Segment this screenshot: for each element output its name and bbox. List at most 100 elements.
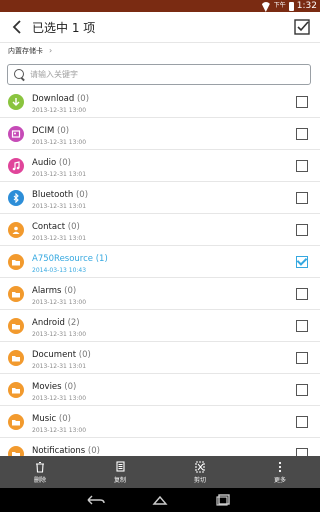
file-list-item[interactable]: Alarms (0) 2013-12-31 13:00 — [0, 278, 320, 310]
contact-folder-icon — [8, 222, 24, 238]
item-count: (0) — [58, 158, 71, 168]
item-name-text: DCIM — [32, 126, 55, 136]
file-list-item[interactable]: Bluetooth (0) 2013-12-31 13:01 — [0, 182, 320, 214]
item-count: (0) — [64, 382, 77, 392]
item-date: 2013-12-31 13:01 — [32, 171, 87, 178]
copy-button[interactable]: 复制 — [80, 456, 160, 488]
item-name-text: Notifications — [32, 446, 86, 456]
file-list-item[interactable]: DCIM (0) 2013-12-31 13:00 — [0, 118, 320, 150]
item-count: (1) — [95, 254, 108, 264]
item-name: Audio (0) — [32, 158, 71, 168]
select-all-icon[interactable] — [294, 19, 310, 35]
item-name-text: Download — [32, 94, 75, 104]
item-name: Music (0) — [32, 414, 71, 424]
item-date: 2013-12-31 13:00 — [32, 395, 87, 402]
nav-back-icon[interactable] — [86, 494, 106, 506]
item-count: (0) — [67, 222, 80, 232]
item-name-text: Document — [32, 350, 77, 360]
item-date: 2013-12-31 13:01 — [32, 203, 87, 210]
item-count: (0) — [76, 94, 90, 104]
status-time: 1:32 — [296, 1, 317, 11]
item-name-text: A750Resource — [32, 254, 94, 264]
copy-icon — [116, 460, 125, 472]
file-list-item[interactable]: Movies (0) 2013-12-31 13:00 — [0, 374, 320, 406]
item-name: A750Resource (1) — [32, 254, 108, 264]
item-checkbox[interactable] — [296, 96, 308, 108]
more-button[interactable]: 更多 — [240, 456, 320, 488]
file-list-item[interactable]: Document (0) 2013-12-31 13:01 — [0, 342, 320, 374]
trash-icon — [36, 461, 44, 473]
system-nav-bar — [0, 488, 320, 512]
bluetooth-folder-icon — [8, 190, 24, 206]
item-name: Bluetooth (0) — [32, 190, 88, 200]
item-date: 2013-12-31 13:00 — [32, 107, 87, 114]
item-checkbox[interactable] — [296, 128, 308, 140]
delete-button[interactable]: 删除 — [0, 456, 80, 488]
item-name-text: Android — [32, 318, 65, 328]
file-list: Download (0) 2013-12-31 13:00 DCIM (0) 2013… — [0, 86, 320, 456]
back-arrow-icon — [12, 20, 21, 34]
folder-icon — [8, 446, 24, 456]
download-folder-icon — [8, 94, 24, 110]
action-label: 复制 — [113, 476, 126, 484]
item-count: (2) — [67, 318, 80, 328]
file-list-item[interactable]: Audio (0) 2013-12-31 13:01 — [0, 150, 320, 182]
wifi-icon — [261, 2, 271, 10]
action-label: 删除 — [33, 476, 46, 484]
item-name: Android (2) — [32, 318, 80, 328]
search-icon — [14, 68, 26, 81]
item-count: (0) — [64, 286, 77, 296]
file-list-item[interactable]: Download (0) 2013-12-31 13:00 — [0, 86, 320, 118]
item-checkbox[interactable] — [296, 416, 308, 428]
back-button[interactable] — [6, 12, 28, 42]
folder-icon — [8, 254, 24, 270]
item-name-text: Audio — [32, 158, 57, 168]
search-input[interactable]: 请输入关键字 — [30, 69, 78, 80]
search-box[interactable]: 请输入关键字 — [7, 64, 311, 85]
item-date: 2013-12-31 13:01 — [32, 363, 87, 370]
breadcrumb: 内置存储卡 › — [0, 42, 320, 58]
item-name: Download (0) — [32, 94, 89, 104]
file-list-item[interactable]: Android (2) 2013-12-31 13:00 — [0, 310, 320, 342]
item-name-text: Contact — [32, 222, 66, 232]
file-list-item[interactable]: Notifications (0) — [0, 438, 320, 456]
item-date: 2013-12-31 13:00 — [32, 427, 87, 434]
item-checkbox[interactable] — [296, 192, 308, 204]
item-date: 2014-03-13 10:43 — [32, 267, 87, 274]
cut-button[interactable]: 剪切 — [160, 456, 240, 488]
file-list-item[interactable]: Music (0) 2013-12-31 13:00 — [0, 406, 320, 438]
action-label: 剪切 — [193, 476, 206, 484]
item-count: (0) — [75, 190, 89, 200]
status-bar: 下午 1:32 — [0, 0, 320, 12]
more-icon — [278, 461, 282, 472]
item-checkbox[interactable] — [296, 448, 308, 456]
item-checkbox[interactable] — [296, 224, 308, 236]
item-name: Movies (0) — [32, 382, 76, 392]
item-checkbox[interactable] — [296, 352, 308, 364]
music-folder-icon — [8, 158, 24, 174]
file-list-item[interactable]: A750Resource (1) 2014-03-13 10:43 — [0, 246, 320, 278]
item-checkbox[interactable] — [296, 384, 308, 396]
item-count: (0) — [58, 414, 71, 424]
file-list-item[interactable]: Contact (0) 2013-12-31 13:01 — [0, 214, 320, 246]
item-checkbox[interactable] — [296, 160, 308, 172]
battery-icon — [288, 1, 294, 11]
item-count: (0) — [57, 126, 70, 136]
cut-icon — [195, 460, 205, 473]
item-checkbox[interactable] — [296, 256, 308, 268]
action-label: 更多 — [273, 476, 286, 484]
action-bar: 已选中 1 项 — [0, 12, 320, 42]
nav-home-icon[interactable] — [150, 494, 170, 506]
item-date: 2013-12-31 13:01 — [32, 235, 87, 242]
item-checkbox[interactable] — [296, 288, 308, 300]
item-checkbox[interactable] — [296, 320, 308, 332]
item-name: Document (0) — [32, 350, 91, 360]
nav-recents-icon[interactable] — [214, 494, 234, 506]
folder-icon — [8, 350, 24, 366]
item-name: Alarms (0) — [32, 286, 76, 296]
item-name: Contact (0) — [32, 222, 80, 232]
breadcrumb-item-internal-storage[interactable]: 内置存储卡 — [8, 46, 43, 56]
status-ampm: 下午 — [273, 2, 286, 9]
item-date: 2013-12-31 13:00 — [32, 299, 87, 306]
item-name-text: Movies — [32, 382, 62, 392]
